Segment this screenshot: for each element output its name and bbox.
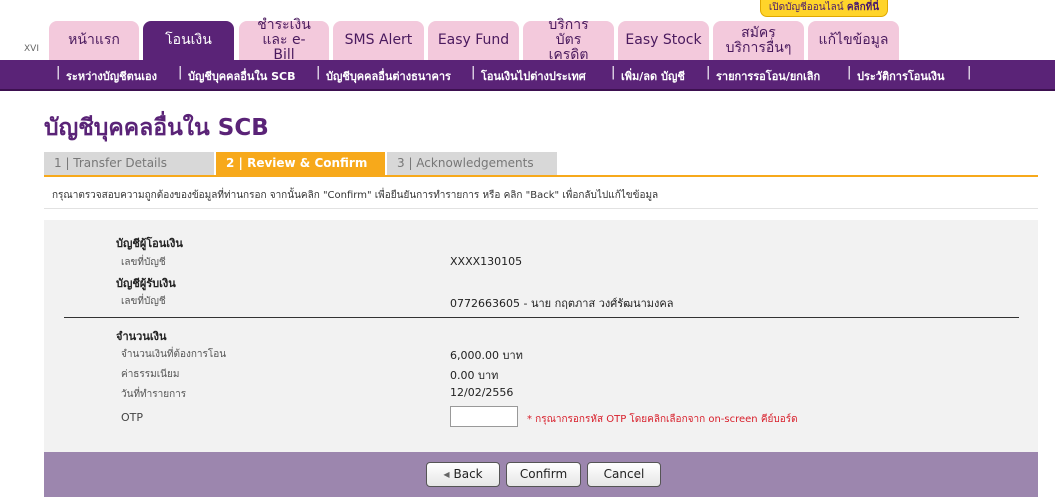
tab-home[interactable]: หน้าแรก: [49, 21, 139, 60]
sub-navigation: | ระหว่างบัญชีตนเอง | บัญชีบุคคลอื่นใน S…: [0, 60, 1055, 91]
tab-label: หน้าแรก: [68, 32, 120, 48]
transfer-amount-label: จำนวนเงินที่ต้องการโอน: [121, 349, 227, 360]
fee-label: ค่าธรรมเนียม: [121, 369, 180, 380]
subnav-separator: |: [611, 65, 616, 80]
section-divider: [64, 317, 1019, 318]
subnav-separator: |: [847, 65, 852, 80]
to-account-value: 0772663605 - นาย กฤตภาส วงศ์รัฒนามงคล: [450, 297, 674, 310]
tab-edit-profile[interactable]: แก้ไขข้อมูล: [808, 21, 899, 60]
tab-other-services[interactable]: สมัคร บริการอื่นๆ: [713, 21, 804, 60]
from-account-value: XXXX130105: [450, 255, 523, 268]
back-button-label: Back: [453, 467, 483, 481]
open-account-link[interactable]: คลิกที่นี่: [847, 2, 879, 13]
subnav-separator: |: [706, 65, 711, 80]
chevron-left-icon: ◀: [443, 470, 450, 479]
tab-label: บริการ บัตรเครดิต: [548, 17, 589, 63]
from-account-heading: บัญชีผู้โอนเงิน: [116, 237, 183, 250]
tab-credit-card[interactable]: บริการ บัตรเครดิต: [523, 17, 614, 63]
otp-label: OTP: [121, 411, 144, 424]
cancel-button[interactable]: Cancel: [587, 462, 661, 487]
tab-sms-alert[interactable]: SMS Alert: [333, 21, 424, 60]
tab-label: SMS Alert: [344, 32, 413, 48]
tab-label: ชำระเงิน และ e-Bill: [257, 17, 311, 63]
tab-label: โอนเงิน: [165, 32, 212, 48]
tab-easy-fund[interactable]: Easy Fund: [428, 21, 519, 60]
otp-input[interactable]: [450, 406, 518, 427]
confirm-button[interactable]: Confirm: [506, 462, 581, 487]
tab-payment-ebill[interactable]: ชำระเงิน และ e-Bill: [239, 17, 329, 63]
tab-transfer[interactable]: โอนเงิน: [143, 21, 234, 60]
subnav-international[interactable]: โอนเงินไปต่างประเทศ: [481, 67, 586, 85]
page-title: บัญชีบุคคลอื่นใน SCB: [44, 115, 269, 141]
back-button[interactable]: ◀ Back: [426, 462, 500, 487]
tab-label: แก้ไขข้อมูล: [818, 32, 889, 48]
step-review-confirm: 2 | Review & Confirm: [216, 152, 385, 175]
subnav-separator: |: [471, 65, 476, 80]
open-account-banner[interactable]: เปิดบัญชีออนไลน์ คลิกที่นี่: [760, 0, 888, 17]
from-account-label: เลขที่บัญชี: [121, 257, 166, 268]
subnav-own-accounts[interactable]: ระหว่างบัญชีตนเอง: [66, 67, 157, 85]
transaction-date-label: วันที่ทำรายการ: [121, 389, 187, 400]
confirm-button-label: Confirm: [519, 467, 568, 481]
step-acknowledgements: 3 | Acknowledgements: [387, 152, 557, 175]
subnav-add-remove-account[interactable]: เพิ่ม/ลด บัญชี: [621, 67, 685, 85]
subnav-pending-cancel[interactable]: รายการรอโอน/ยกเลิก: [716, 67, 820, 85]
version-label: XVI: [24, 44, 39, 54]
subnav-transfer-history[interactable]: ประวัติการโอนเงิน: [857, 67, 945, 85]
subnav-separator: |: [178, 65, 183, 80]
to-account-heading: บัญชีผู้รับเงิน: [116, 277, 176, 290]
tab-label: Easy Stock: [625, 32, 702, 48]
amount-heading: จำนวนเงิน: [116, 330, 167, 343]
subnav-separator: |: [967, 65, 972, 80]
otp-note: * กรุณากรอกรหัส OTP โดยคลิกเลือกจาก on-s…: [527, 414, 798, 425]
instruction-text: กรุณาตรวจสอบความถูกต้องของข้อมูลที่ท่านก…: [52, 190, 659, 201]
transaction-date-value: 12/02/2556: [450, 386, 514, 399]
step-underline: [44, 175, 1038, 177]
subnav-separator: |: [56, 65, 61, 80]
fee-value: 0.00 บาท: [450, 369, 499, 382]
subnav-other-bank[interactable]: บัญชีบุคคลอื่นต่างธนาคาร: [326, 67, 451, 85]
tab-label: Easy Fund: [437, 32, 510, 48]
subnav-other-scb[interactable]: บัญชีบุคคลอื่นใน SCB: [188, 67, 296, 85]
tab-label: สมัคร บริการอื่นๆ: [725, 24, 792, 56]
subnav-separator: |: [316, 65, 321, 80]
transfer-amount-value: 6,000.00 บาท: [450, 349, 523, 362]
open-account-banner-text: เปิดบัญชีออนไลน์: [768, 2, 844, 13]
tab-easy-stock[interactable]: Easy Stock: [618, 21, 709, 60]
divider: [44, 208, 1038, 209]
step-transfer-details: 1 | Transfer Details: [44, 152, 214, 175]
to-account-label: เลขที่บัญชี: [121, 296, 166, 307]
cancel-button-label: Cancel: [603, 467, 645, 481]
